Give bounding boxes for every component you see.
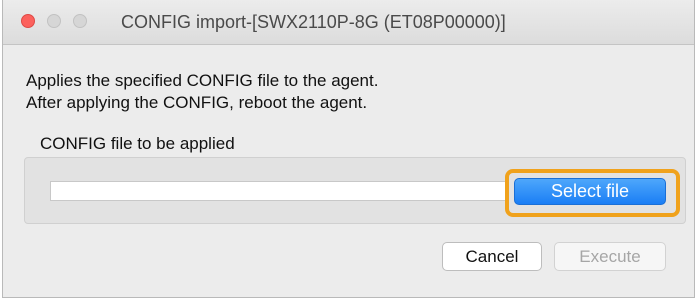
cancel-button[interactable]: Cancel: [442, 242, 542, 271]
window-title: CONFIG import-[SWX2110P-8G (ET08P00000)]: [121, 12, 506, 32]
description-line-1: Applies the specified CONFIG file to the…: [26, 71, 379, 90]
execute-button[interactable]: Execute: [554, 242, 666, 271]
maximize-window-icon[interactable]: [73, 14, 87, 28]
description-line-2: After applying the CONFIG, reboot the ag…: [26, 93, 368, 112]
title-bar[interactable]: CONFIG import-[SWX2110P-8G (ET08P00000)]: [3, 0, 694, 45]
select-file-button[interactable]: Select file: [514, 178, 666, 205]
description: Applies the specified CONFIG file to the…: [26, 70, 378, 114]
config-file-label: CONFIG file to be applied: [40, 134, 235, 153]
close-window-icon[interactable]: [21, 14, 35, 28]
config-file-path-field[interactable]: [50, 181, 506, 201]
minimize-window-icon[interactable]: [47, 14, 61, 28]
